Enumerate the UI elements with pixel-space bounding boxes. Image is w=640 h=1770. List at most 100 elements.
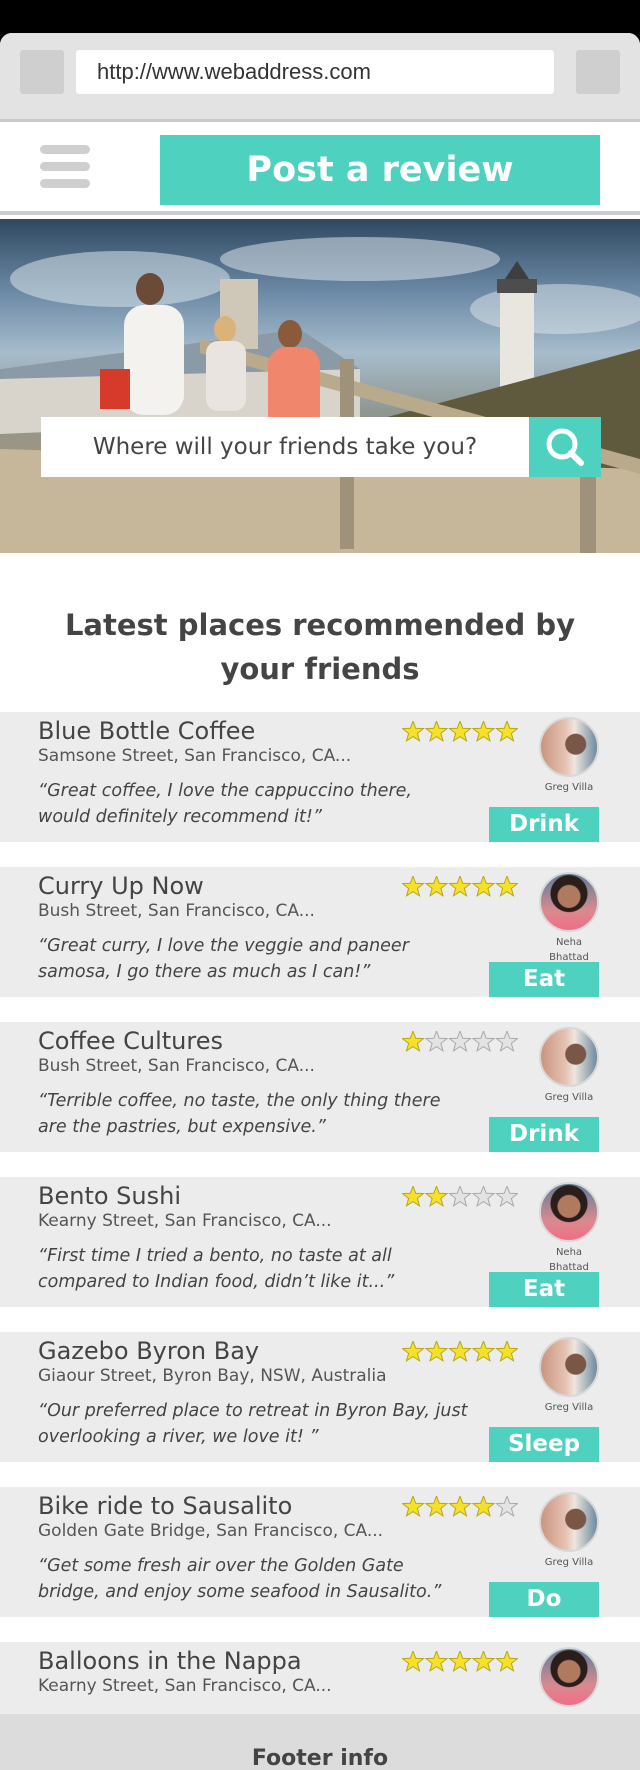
- author-name: Greg Villa: [544, 1402, 594, 1413]
- avatar[interactable]: [539, 872, 599, 932]
- star-filled-icon: [424, 876, 449, 898]
- star-filled-icon: [402, 1186, 425, 1208]
- author-name: Neha Bhattad: [549, 1247, 589, 1273]
- star-filled-icon: [424, 1496, 449, 1518]
- search-button[interactable]: [529, 417, 601, 477]
- category-tag[interactable]: Eat: [489, 1272, 599, 1307]
- author-name: Neha Bhattad: [549, 937, 589, 963]
- avatar[interactable]: [539, 1027, 599, 1087]
- place-name[interactable]: Curry Up Now: [38, 872, 204, 900]
- star-empty-icon: [471, 1031, 496, 1053]
- review-quote: “First time I tried a bento, no taste at…: [38, 1246, 395, 1292]
- star-filled-icon: [402, 1031, 425, 1053]
- place-address: Golden Gate Bridge, San Francisco, CA...: [38, 1521, 384, 1541]
- review-quote: “Great coffee, I love the cappuccino the…: [38, 781, 412, 827]
- star-rating: [402, 1341, 518, 1363]
- star-rating: [402, 1186, 518, 1208]
- hero-photo: [0, 237, 640, 553]
- avatar[interactable]: [539, 717, 599, 777]
- place-address: Bush Street, San Francisco, CA...: [38, 901, 315, 921]
- star-filled-icon: [448, 1341, 472, 1363]
- review-card[interactable]: Blue Bottle Coffee Samsone Street, San Fr…: [0, 712, 640, 842]
- search-input[interactable]: [41, 417, 529, 477]
- category-tag[interactable]: Eat: [489, 962, 599, 997]
- search-bar: [41, 417, 601, 477]
- star-filled-icon: [495, 876, 518, 898]
- author-name: Greg Villa: [544, 1092, 594, 1103]
- review-card[interactable]: Gazebo Byron Bay Giaour Street, Byron Bay…: [0, 1332, 640, 1462]
- author-name: Greg Villa: [544, 1557, 594, 1568]
- place-address: Kearny Street, San Francisco, CA...: [38, 1211, 332, 1231]
- place-name[interactable]: Coffee Cultures: [38, 1027, 223, 1055]
- place-address: Giaour Street, Byron Bay, NSW, Australia: [38, 1366, 387, 1386]
- place-address: Samsone Street, San Francisco, CA...: [38, 746, 352, 766]
- category-tag[interactable]: Drink: [489, 1117, 599, 1152]
- review-card[interactable]: Bento Sushi Kearny Street, San Francisco,…: [0, 1177, 640, 1307]
- author-name: Greg Villa: [544, 782, 594, 793]
- star-filled-icon: [448, 876, 472, 898]
- review-quote: “Our preferred place to retreat in Byron…: [38, 1401, 468, 1447]
- star-filled-icon: [448, 721, 472, 743]
- star-filled-icon: [424, 1341, 449, 1363]
- star-filled-icon: [448, 1651, 472, 1673]
- browser-chrome: http://www.webaddress.com: [0, 33, 640, 122]
- avatar[interactable]: [539, 1647, 599, 1707]
- review-card[interactable]: Curry Up Now Bush Street, San Francisco, …: [0, 867, 640, 997]
- star-filled-icon: [495, 1651, 518, 1673]
- category-tag[interactable]: Do: [489, 1582, 599, 1617]
- star-filled-icon: [471, 1341, 496, 1363]
- star-filled-icon: [424, 721, 449, 743]
- star-filled-icon: [402, 1341, 425, 1363]
- place-name[interactable]: Blue Bottle Coffee: [38, 717, 255, 745]
- star-rating: [402, 1031, 518, 1053]
- place-address: Bush Street, San Francisco, CA...: [38, 1056, 315, 1076]
- review-quote: “Get some fresh air over the Golden Gate…: [38, 1556, 442, 1602]
- star-empty-icon: [495, 1496, 518, 1518]
- place-name[interactable]: Gazebo Byron Bay: [38, 1337, 259, 1365]
- review-card[interactable]: Coffee Cultures Bush Street, San Francisc…: [0, 1022, 640, 1152]
- star-rating: [402, 721, 518, 743]
- browser-menu-button[interactable]: [576, 50, 620, 94]
- star-filled-icon: [424, 1651, 449, 1673]
- star-filled-icon: [402, 1496, 425, 1518]
- star-filled-icon: [402, 721, 425, 743]
- place-name[interactable]: Bento Sushi: [38, 1182, 181, 1210]
- star-filled-icon: [471, 1651, 496, 1673]
- place-name[interactable]: Bike ride to Sausalito: [38, 1492, 292, 1520]
- review-quote: “Great curry, I love the veggie and pane…: [38, 936, 409, 982]
- category-tag[interactable]: Sleep: [489, 1427, 599, 1462]
- star-filled-icon: [448, 1496, 472, 1518]
- hero-banner: [0, 219, 640, 553]
- review-quote: “Terrible coffee, no taste, the only thi…: [38, 1091, 441, 1137]
- star-empty-icon: [448, 1186, 472, 1208]
- category-tag[interactable]: Drink: [489, 807, 599, 842]
- star-empty-icon: [495, 1031, 518, 1053]
- footer: Footer info: [0, 1714, 640, 1770]
- star-rating: [402, 1496, 518, 1518]
- star-filled-icon: [424, 1186, 449, 1208]
- place-address: Kearny Street, San Francisco, CA...: [38, 1676, 332, 1696]
- avatar[interactable]: [539, 1337, 599, 1397]
- star-empty-icon: [471, 1186, 496, 1208]
- menu-icon[interactable]: [40, 145, 90, 197]
- star-empty-icon: [495, 1186, 518, 1208]
- review-card[interactable]: Bike ride to Sausalito Golden Gate Bridge…: [0, 1487, 640, 1617]
- section-title: Latest places recommended by your friend…: [64, 608, 576, 686]
- browser-back-button[interactable]: [20, 50, 64, 94]
- phone-frame: http://www.webaddress.com Post a review: [0, 33, 640, 1770]
- star-filled-icon: [402, 1651, 425, 1673]
- avatar[interactable]: [539, 1182, 599, 1242]
- star-filled-icon: [471, 1496, 496, 1518]
- avatar[interactable]: [539, 1492, 599, 1552]
- star-filled-icon: [471, 876, 496, 898]
- star-empty-icon: [424, 1031, 449, 1053]
- place-name[interactable]: Balloons in the Nappa: [38, 1647, 302, 1675]
- star-filled-icon: [495, 721, 518, 743]
- star-filled-icon: [471, 721, 496, 743]
- address-bar[interactable]: http://www.webaddress.com: [76, 50, 554, 94]
- star-filled-icon: [495, 1341, 518, 1363]
- star-rating: [402, 876, 518, 898]
- post-review-button[interactable]: Post a review: [160, 135, 600, 205]
- star-filled-icon: [402, 876, 425, 898]
- app-header: Post a review: [0, 125, 640, 215]
